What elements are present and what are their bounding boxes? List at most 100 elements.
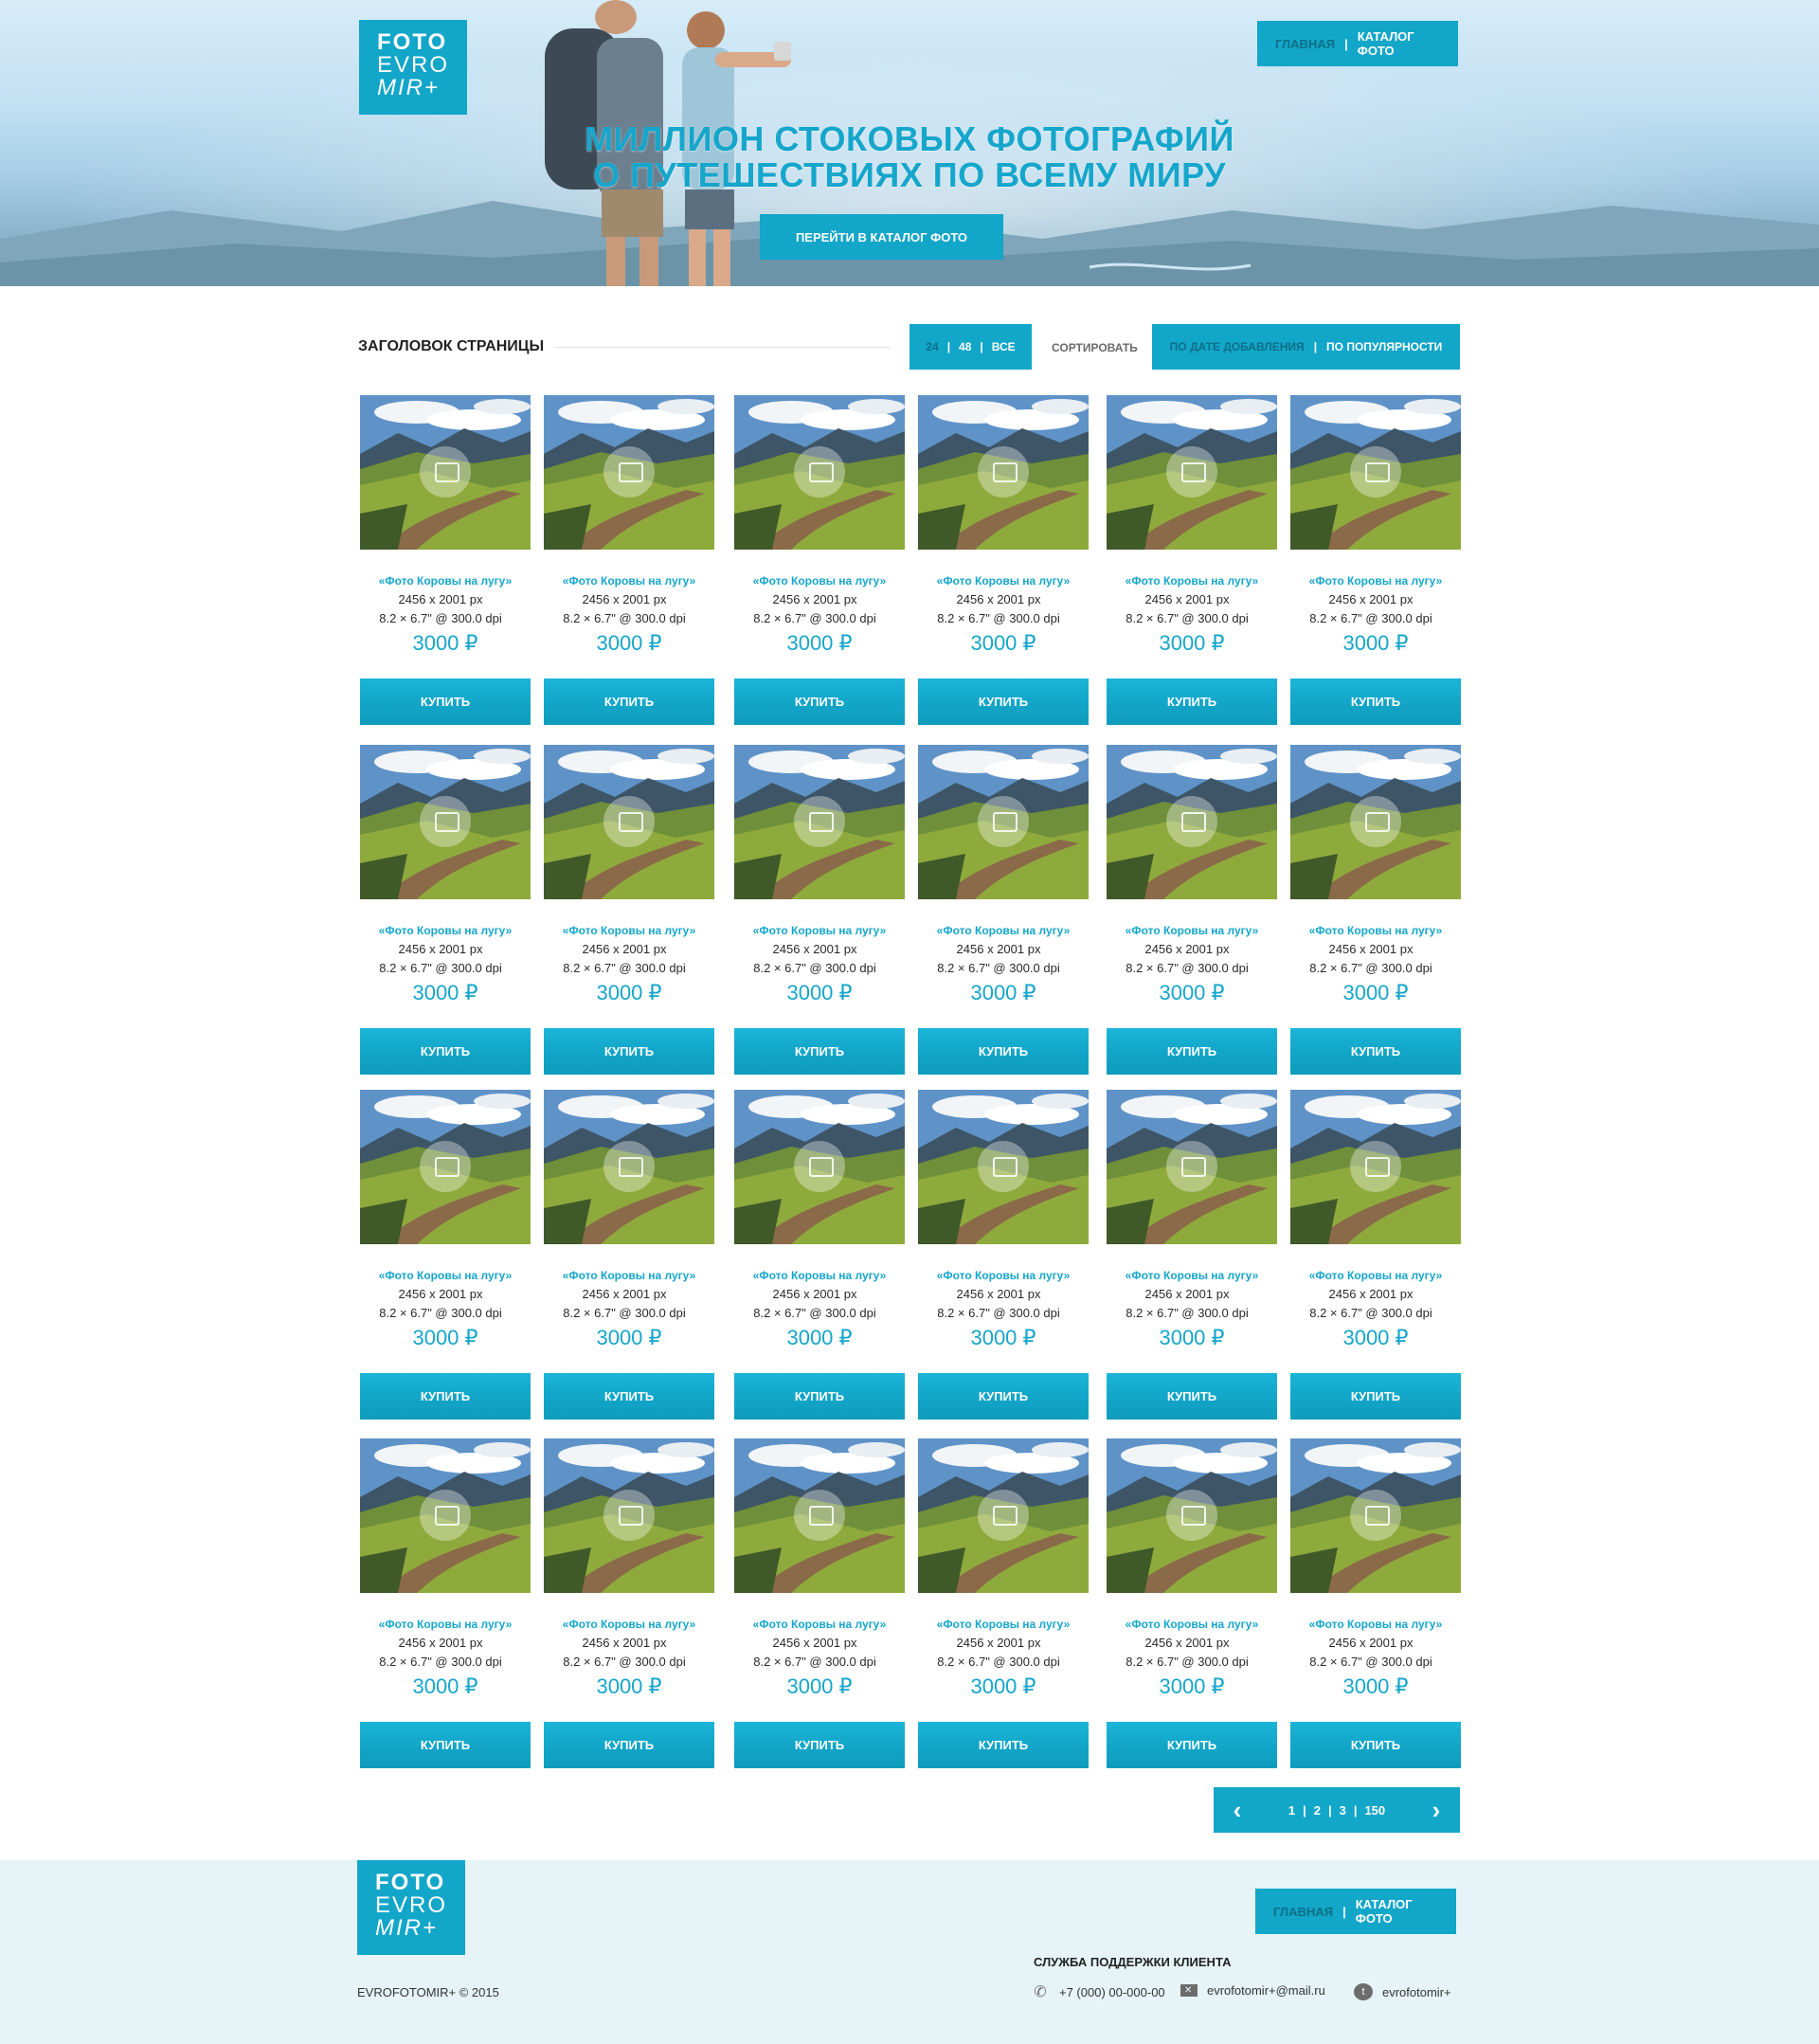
page-link[interactable]: 2 bbox=[1314, 1803, 1321, 1818]
product-name[interactable]: «Фото Коровы на лугу» bbox=[1290, 574, 1461, 588]
camera-icon bbox=[603, 1490, 655, 1541]
buy-button[interactable]: КУПИТЬ bbox=[734, 1028, 905, 1075]
buy-button[interactable]: КУПИТЬ bbox=[544, 1373, 714, 1420]
product-thumbnail[interactable] bbox=[918, 745, 1089, 899]
product-name[interactable]: «Фото Коровы на лугу» bbox=[734, 924, 905, 937]
product-name[interactable]: «Фото Коровы на лугу» bbox=[918, 574, 1089, 588]
buy-button[interactable]: КУПИТЬ bbox=[1290, 1722, 1461, 1768]
product-name[interactable]: «Фото Коровы на лугу» bbox=[734, 1618, 905, 1631]
product-thumbnail[interactable] bbox=[360, 395, 531, 550]
buy-button[interactable]: КУПИТЬ bbox=[1290, 1028, 1461, 1075]
product-dimensions: 2456 x 2001 px bbox=[772, 942, 857, 956]
contact-email[interactable]: evrofotomir+@mail.ru bbox=[1180, 1983, 1325, 1998]
buy-button[interactable]: КУПИТЬ bbox=[918, 678, 1089, 725]
buy-button[interactable]: КУПИТЬ bbox=[360, 1722, 531, 1768]
product-thumbnail[interactable] bbox=[1107, 745, 1277, 899]
buy-button[interactable]: КУПИТЬ bbox=[734, 678, 905, 725]
page-link[interactable]: 1 bbox=[1288, 1803, 1295, 1818]
product-price: 3000 ₽ bbox=[786, 1326, 853, 1349]
product-price: 3000 ₽ bbox=[786, 981, 853, 1004]
camera-icon bbox=[794, 1141, 845, 1192]
product-name[interactable]: «Фото Коровы на лугу» bbox=[544, 574, 714, 588]
product-name[interactable]: «Фото Коровы на лугу» bbox=[1290, 1269, 1461, 1282]
buy-button[interactable]: КУПИТЬ bbox=[734, 1722, 905, 1768]
chevron-left-icon[interactable]: ‹ bbox=[1214, 1787, 1261, 1833]
buy-button[interactable]: КУПИТЬ bbox=[734, 1373, 905, 1420]
product-thumbnail[interactable] bbox=[1290, 745, 1461, 899]
buy-button[interactable]: КУПИТЬ bbox=[544, 1028, 714, 1075]
buy-button[interactable]: КУПИТЬ bbox=[1290, 1373, 1461, 1420]
product-thumbnail[interactable] bbox=[1290, 1438, 1461, 1593]
product-name[interactable]: «Фото Коровы на лугу» bbox=[734, 574, 905, 588]
product-name[interactable]: «Фото Коровы на лугу» bbox=[360, 1618, 531, 1631]
product-thumbnail[interactable] bbox=[734, 395, 905, 550]
product-dimensions: 2456 x 2001 px bbox=[1328, 1636, 1414, 1650]
product-card: «Фото Коровы на лугу» 2456 x 2001 px 8.2 ×… bbox=[360, 1438, 531, 1768]
product-thumbnail[interactable] bbox=[544, 1438, 714, 1593]
buy-button[interactable]: КУПИТЬ bbox=[918, 1028, 1089, 1075]
buy-button[interactable]: КУПИТЬ bbox=[1107, 1373, 1277, 1420]
product-name[interactable]: «Фото Коровы на лугу» bbox=[1107, 1269, 1277, 1282]
buy-button[interactable]: КУПИТЬ bbox=[544, 678, 714, 725]
product-thumbnail[interactable] bbox=[1290, 1090, 1461, 1244]
product-thumbnail[interactable] bbox=[918, 1090, 1089, 1244]
product-card: «Фото Коровы на лугу» 2456 x 2001 px 8.2 ×… bbox=[918, 1090, 1089, 1420]
product-thumbnail[interactable] bbox=[360, 745, 531, 899]
buy-button[interactable]: КУПИТЬ bbox=[544, 1722, 714, 1768]
product-name[interactable]: «Фото Коровы на лугу» bbox=[918, 1618, 1089, 1631]
camera-icon bbox=[603, 796, 655, 847]
product-price: 3000 ₽ bbox=[1159, 631, 1225, 655]
buy-button[interactable]: КУПИТЬ bbox=[1107, 1722, 1277, 1768]
product-name[interactable]: «Фото Коровы на лугу» bbox=[918, 1269, 1089, 1282]
product-name[interactable]: «Фото Коровы на лугу» bbox=[1107, 924, 1277, 937]
product-thumbnail[interactable] bbox=[1107, 395, 1277, 550]
product-thumbnail[interactable] bbox=[544, 745, 714, 899]
buy-button[interactable]: КУПИТЬ bbox=[918, 1373, 1089, 1420]
product-thumbnail[interactable] bbox=[1107, 1090, 1277, 1244]
buy-button[interactable]: КУПИТЬ bbox=[918, 1722, 1089, 1768]
product-thumbnail[interactable] bbox=[734, 1090, 905, 1244]
contact-twitter[interactable]: t evrofotomir+ bbox=[1354, 1983, 1451, 2000]
product-thumbnail[interactable] bbox=[360, 1090, 531, 1244]
product-dimensions: 2456 x 2001 px bbox=[1144, 1636, 1230, 1650]
product-thumbnail[interactable] bbox=[1290, 395, 1461, 550]
buy-button[interactable]: КУПИТЬ bbox=[1107, 678, 1277, 725]
footer-nav-home-link[interactable]: ГЛАВНАЯ bbox=[1273, 1905, 1333, 1919]
page-link[interactable]: 3 bbox=[1340, 1803, 1346, 1818]
product-resolution: 8.2 × 6.7" @ 300.0 dpi bbox=[1126, 1655, 1249, 1669]
product-name[interactable]: «Фото Коровы на лугу» bbox=[544, 924, 714, 937]
product-name[interactable]: «Фото Коровы на лугу» bbox=[1107, 1618, 1277, 1631]
chevron-right-icon[interactable]: › bbox=[1413, 1787, 1460, 1833]
buy-button[interactable]: КУПИТЬ bbox=[1290, 678, 1461, 725]
page-link[interactable]: 150 bbox=[1364, 1803, 1385, 1818]
product-price: 3000 ₽ bbox=[596, 1674, 662, 1698]
product-name[interactable]: «Фото Коровы на лугу» bbox=[360, 574, 531, 588]
buy-button[interactable]: КУПИТЬ bbox=[360, 1373, 531, 1420]
product-name[interactable]: «Фото Коровы на лугу» bbox=[360, 1269, 531, 1282]
product-name[interactable]: «Фото Коровы на лугу» bbox=[544, 1269, 714, 1282]
product-thumbnail[interactable] bbox=[918, 395, 1089, 550]
product-thumbnail[interactable] bbox=[918, 1438, 1089, 1593]
product-thumbnail[interactable] bbox=[544, 395, 714, 550]
product-thumbnail[interactable] bbox=[734, 745, 905, 899]
product-name[interactable]: «Фото Коровы на лугу» bbox=[734, 1269, 905, 1282]
product-name[interactable]: «Фото Коровы на лугу» bbox=[544, 1618, 714, 1631]
contact-phone[interactable]: ✆ +7 (000) 00-000-00 bbox=[1031, 1983, 1164, 2000]
product-thumbnail[interactable] bbox=[1107, 1438, 1277, 1593]
product-name[interactable]: «Фото Коровы на лугу» bbox=[360, 924, 531, 937]
product-dimensions: 2456 x 2001 px bbox=[398, 592, 483, 606]
product-name[interactable]: «Фото Коровы на лугу» bbox=[1290, 1618, 1461, 1631]
product-dimensions: 2456 x 2001 px bbox=[398, 1287, 483, 1301]
buy-button[interactable]: КУПИТЬ bbox=[360, 1028, 531, 1075]
product-name[interactable]: «Фото Коровы на лугу» bbox=[1290, 924, 1461, 937]
buy-button[interactable]: КУПИТЬ bbox=[1107, 1028, 1277, 1075]
mail-icon bbox=[1180, 1984, 1198, 1997]
footer-logo[interactable]: FOTO EVRO MIR+ bbox=[357, 1860, 465, 1955]
product-thumbnail[interactable] bbox=[734, 1438, 905, 1593]
buy-button[interactable]: КУПИТЬ bbox=[360, 678, 531, 725]
product-thumbnail[interactable] bbox=[360, 1438, 531, 1593]
product-name[interactable]: «Фото Коровы на лугу» bbox=[918, 924, 1089, 937]
product-thumbnail[interactable] bbox=[544, 1090, 714, 1244]
footer-nav-catalog-link[interactable]: КАТАЛОГ ФОТО bbox=[1356, 1897, 1438, 1926]
product-name[interactable]: «Фото Коровы на лугу» bbox=[1107, 574, 1277, 588]
